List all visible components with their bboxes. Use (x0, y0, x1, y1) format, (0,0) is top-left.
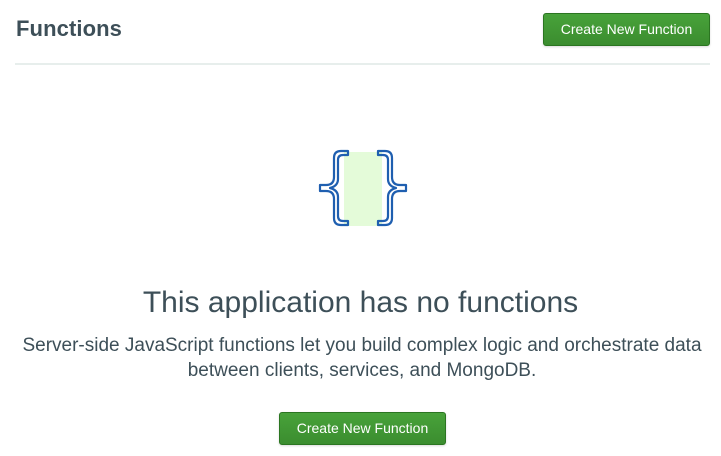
empty-state-description: Server-side JavaScript functions let you… (22, 335, 702, 381)
create-new-function-button-empty-state[interactable]: Create New Function (279, 412, 446, 445)
page-header: Functions Create New Function (15, 0, 710, 65)
empty-state-title: This application has no functions (142, 286, 579, 319)
curly-braces-icon (318, 149, 408, 227)
page-title: Functions (16, 16, 123, 41)
create-new-function-button[interactable]: Create New Function (543, 13, 710, 46)
